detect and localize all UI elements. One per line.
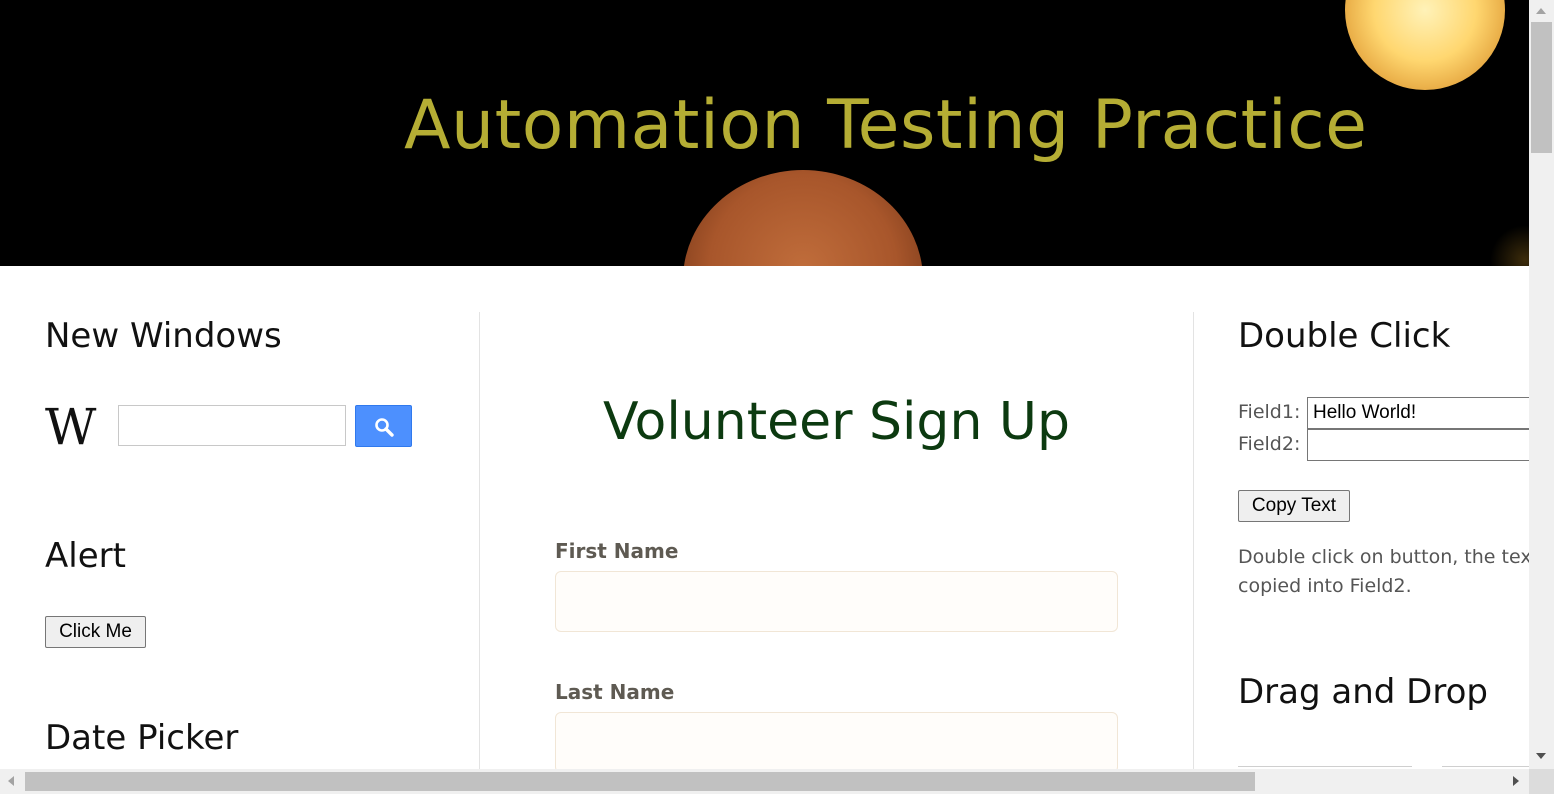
double-click-description: Double click on button, the tex copied i…	[1238, 543, 1538, 601]
site-title: Automation Testing Practice	[404, 86, 1368, 165]
double-click-description-line1: Double click on button, the tex	[1238, 546, 1532, 568]
column-divider-left	[479, 312, 480, 772]
header-banner: Automation Testing Practice	[0, 0, 1529, 266]
bokeh-light-gold	[1345, 0, 1505, 90]
field2-label: Field2:	[1238, 433, 1301, 455]
scroll-down-arrow-icon[interactable]	[1536, 753, 1546, 759]
first-name-input[interactable]	[555, 571, 1118, 632]
scroll-up-arrow-icon[interactable]	[1536, 8, 1546, 14]
last-name-input[interactable]	[555, 712, 1118, 773]
field2-input[interactable]	[1307, 429, 1547, 461]
bokeh-light-orange	[683, 170, 923, 266]
double-click-heading: Double Click	[1238, 316, 1451, 356]
column-divider-right	[1193, 312, 1194, 772]
field1-input[interactable]	[1307, 397, 1547, 429]
scroll-right-arrow-icon[interactable]	[1513, 776, 1519, 786]
double-click-description-line2: copied into Field2.	[1238, 575, 1412, 597]
wikipedia-logo: W	[45, 398, 96, 456]
wikipedia-search-button[interactable]	[355, 405, 412, 447]
drag-and-drop-heading: Drag and Drop	[1238, 672, 1488, 712]
alert-click-me-button[interactable]: Click Me	[45, 616, 146, 648]
vertical-scrollbar-thumb[interactable]	[1531, 22, 1552, 153]
last-name-label: Last Name	[555, 680, 675, 704]
date-picker-heading: Date Picker	[45, 718, 239, 758]
new-windows-heading: New Windows	[45, 316, 282, 356]
scroll-left-arrow-icon[interactable]	[8, 776, 14, 786]
scrollbar-corner	[1529, 769, 1554, 794]
field1-label: Field1:	[1238, 401, 1301, 423]
form-title: Volunteer Sign Up	[602, 392, 1070, 452]
horizontal-scrollbar-thumb[interactable]	[25, 772, 1255, 791]
first-name-label: First Name	[555, 539, 679, 563]
search-icon	[375, 418, 394, 437]
wikipedia-search-input[interactable]	[118, 405, 346, 446]
copy-text-button[interactable]: Copy Text	[1238, 490, 1350, 522]
bokeh-light-small	[1490, 225, 1529, 266]
alert-heading: Alert	[45, 536, 126, 576]
